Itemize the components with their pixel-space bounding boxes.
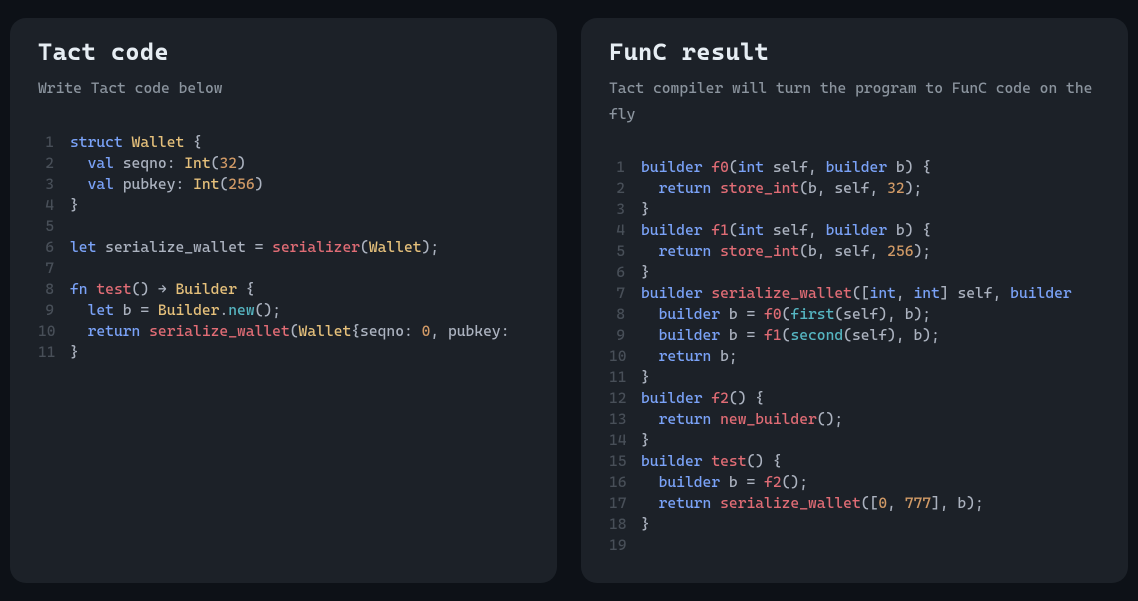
code-content[interactable]: builder b = f0(first(self), b);: [641, 304, 1100, 325]
code-content[interactable]: return store_int(b, self, 32);: [641, 178, 1100, 199]
tact-code-editor[interactable]: 1struct Wallet {2 val seqno: Int(32)3 va…: [38, 132, 529, 574]
code-content[interactable]: }: [641, 262, 1100, 283]
code-content[interactable]: [641, 535, 1100, 556]
line-number: 1: [38, 132, 70, 153]
line-number: 3: [38, 174, 70, 195]
code-content[interactable]: builder serialize_wallet([int, int] self…: [641, 283, 1100, 304]
line-number: 6: [609, 262, 641, 283]
code-line[interactable]: 17 return serialize_wallet([0, 777], b);: [609, 493, 1100, 514]
code-line[interactable]: 9 builder b = f1(second(self), b);: [609, 325, 1100, 346]
code-line[interactable]: 11}: [38, 342, 529, 363]
line-number: 8: [38, 279, 70, 300]
code-line[interactable]: 3 val pubkey: Int(256): [38, 174, 529, 195]
code-content[interactable]: builder f1(int self, builder b) {: [641, 220, 1100, 241]
code-content[interactable]: builder f0(int self, builder b) {: [641, 157, 1100, 178]
line-number: 8: [609, 304, 641, 325]
line-number: 15: [609, 451, 641, 472]
line-number: 4: [38, 195, 70, 216]
code-content[interactable]: builder b = f2();: [641, 472, 1100, 493]
code-content[interactable]: let b = Builder.new();: [70, 300, 529, 321]
tact-panel-subtitle: Write Tact code below: [38, 76, 529, 102]
code-content[interactable]: return b;: [641, 346, 1100, 367]
code-line[interactable]: 11}: [609, 367, 1100, 388]
code-content[interactable]: fn test() → Builder {: [70, 279, 529, 300]
line-number: 7: [38, 258, 70, 279]
line-number: 11: [609, 367, 641, 388]
code-content[interactable]: }: [70, 342, 529, 363]
line-number: 1: [609, 157, 641, 178]
code-line[interactable]: 15builder test() {: [609, 451, 1100, 472]
code-content[interactable]: struct Wallet {: [70, 132, 529, 153]
code-content[interactable]: val pubkey: Int(256): [70, 174, 529, 195]
code-line[interactable]: 10 return serialize_wallet(Wallet{seqno:…: [38, 321, 529, 342]
line-number: 2: [609, 178, 641, 199]
code-content[interactable]: [70, 258, 529, 279]
code-line[interactable]: 8 builder b = f0(first(self), b);: [609, 304, 1100, 325]
code-content[interactable]: return store_int(b, self, 256);: [641, 241, 1100, 262]
func-result-panel: FunC result Tact compiler will turn the …: [581, 18, 1128, 583]
code-line[interactable]: 7builder serialize_wallet([int, int] sel…: [609, 283, 1100, 304]
code-line[interactable]: 5: [38, 216, 529, 237]
code-content[interactable]: builder b = f1(second(self), b);: [641, 325, 1100, 346]
code-line[interactable]: 5 return store_int(b, self, 256);: [609, 241, 1100, 262]
tact-code-panel: Tact code Write Tact code below 1struct …: [10, 18, 557, 583]
code-content[interactable]: let serialize_wallet = serializer(Wallet…: [70, 237, 529, 258]
code-content[interactable]: }: [641, 514, 1100, 535]
code-line[interactable]: 2 return store_int(b, self, 32);: [609, 178, 1100, 199]
line-number: 9: [38, 300, 70, 321]
line-number: 13: [609, 409, 641, 430]
code-line[interactable]: 13 return new_builder();: [609, 409, 1100, 430]
line-number: 2: [38, 153, 70, 174]
func-panel-subtitle: Tact compiler will turn the program to F…: [609, 76, 1100, 127]
line-number: 10: [38, 321, 70, 342]
dual-editor-container: Tact code Write Tact code below 1struct …: [10, 18, 1128, 583]
line-number: 11: [38, 342, 70, 363]
code-line[interactable]: 6let serialize_wallet = serializer(Walle…: [38, 237, 529, 258]
code-content[interactable]: return new_builder();: [641, 409, 1100, 430]
line-number: 9: [609, 325, 641, 346]
func-panel-title: FunC result: [609, 38, 1100, 66]
line-number: 5: [38, 216, 70, 237]
code-line[interactable]: 8fn test() → Builder {: [38, 279, 529, 300]
line-number: 10: [609, 346, 641, 367]
code-content[interactable]: }: [641, 430, 1100, 451]
code-content[interactable]: builder f2() {: [641, 388, 1100, 409]
func-code-viewer[interactable]: 1builder f0(int self, builder b) {2 retu…: [609, 157, 1100, 573]
code-content[interactable]: [70, 216, 529, 237]
code-line[interactable]: 3}: [609, 199, 1100, 220]
code-line[interactable]: 6}: [609, 262, 1100, 283]
code-line[interactable]: 2 val seqno: Int(32): [38, 153, 529, 174]
code-content[interactable]: }: [641, 199, 1100, 220]
code-line[interactable]: 4builder f1(int self, builder b) {: [609, 220, 1100, 241]
code-content[interactable]: return serialize_wallet([0, 777], b);: [641, 493, 1100, 514]
code-line[interactable]: 18}: [609, 514, 1100, 535]
code-content[interactable]: }: [641, 367, 1100, 388]
line-number: 16: [609, 472, 641, 493]
line-number: 6: [38, 237, 70, 258]
code-line[interactable]: 12builder f2() {: [609, 388, 1100, 409]
code-line[interactable]: 1struct Wallet {: [38, 132, 529, 153]
line-number: 12: [609, 388, 641, 409]
line-number: 5: [609, 241, 641, 262]
code-line[interactable]: 14}: [609, 430, 1100, 451]
line-number: 3: [609, 199, 641, 220]
code-line[interactable]: 19: [609, 535, 1100, 556]
line-number: 19: [609, 535, 641, 556]
line-number: 17: [609, 493, 641, 514]
code-line[interactable]: 1builder f0(int self, builder b) {: [609, 157, 1100, 178]
code-content[interactable]: return serialize_wallet(Wallet{seqno: 0,…: [70, 321, 529, 342]
tact-panel-title: Tact code: [38, 38, 529, 66]
line-number: 14: [609, 430, 641, 451]
code-content[interactable]: val seqno: Int(32): [70, 153, 529, 174]
line-number: 18: [609, 514, 641, 535]
code-line[interactable]: 10 return b;: [609, 346, 1100, 367]
code-line[interactable]: 7: [38, 258, 529, 279]
code-line[interactable]: 9 let b = Builder.new();: [38, 300, 529, 321]
code-line[interactable]: 4}: [38, 195, 529, 216]
code-content[interactable]: builder test() {: [641, 451, 1100, 472]
code-line[interactable]: 16 builder b = f2();: [609, 472, 1100, 493]
line-number: 4: [609, 220, 641, 241]
line-number: 7: [609, 283, 641, 304]
code-content[interactable]: }: [70, 195, 529, 216]
